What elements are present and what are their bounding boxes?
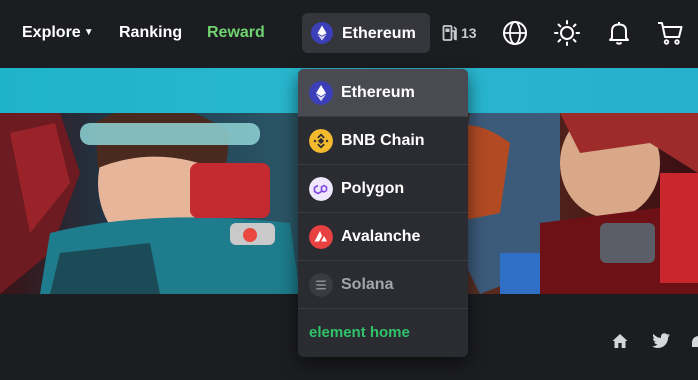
bell-icon[interactable]	[605, 19, 633, 47]
gas-indicator[interactable]: 13	[442, 22, 477, 44]
chain-option-label: BNB Chain	[341, 132, 425, 149]
chain-option-solana[interactable]: Solana	[298, 261, 468, 309]
chain-selector-label: Ethereum	[342, 25, 416, 42]
chain-option-label: Avalanche	[341, 228, 421, 245]
chain-option-label: Ethereum	[341, 84, 415, 101]
bnb-icon	[309, 129, 333, 153]
chain-option-bnb[interactable]: BNB Chain	[298, 117, 468, 165]
chain-option-label: Polygon	[341, 180, 405, 197]
nav-ranking[interactable]: Ranking	[119, 23, 182, 43]
cart-icon[interactable]	[656, 19, 684, 47]
element-home-link[interactable]: element home	[309, 323, 410, 343]
nav-reward[interactable]: Reward	[207, 23, 265, 43]
twitter-icon[interactable]	[651, 332, 671, 350]
top-nav: Explore ▼ Ranking Reward Ethereum 13	[0, 0, 698, 68]
solana-icon	[309, 273, 333, 297]
chain-selector-button[interactable]: Ethereum	[302, 13, 430, 53]
chain-option-avalanche[interactable]: Avalanche	[298, 213, 468, 261]
polygon-icon	[309, 177, 333, 201]
social-icon[interactable]	[690, 332, 698, 350]
nav-explore-label: Explore	[22, 24, 81, 41]
avalanche-icon	[309, 225, 333, 249]
nav-explore[interactable]: Explore ▼	[22, 23, 94, 43]
chain-dropdown-menu: Ethereum BNB Chain Polygon Avalanche Sol…	[298, 69, 468, 357]
chain-option-ethereum[interactable]: Ethereum	[298, 69, 468, 117]
sun-icon[interactable]	[553, 19, 581, 47]
home-icon[interactable]	[611, 332, 629, 350]
fuel-pump-icon	[442, 25, 457, 41]
chevron-down-icon: ▼	[83, 27, 94, 38]
chain-option-label: Solana	[341, 276, 394, 293]
gas-value: 13	[461, 25, 477, 41]
ethereum-icon	[311, 22, 333, 44]
globe-icon[interactable]	[501, 19, 529, 47]
chain-option-polygon[interactable]: Polygon	[298, 165, 468, 213]
ethereum-icon	[309, 81, 333, 105]
